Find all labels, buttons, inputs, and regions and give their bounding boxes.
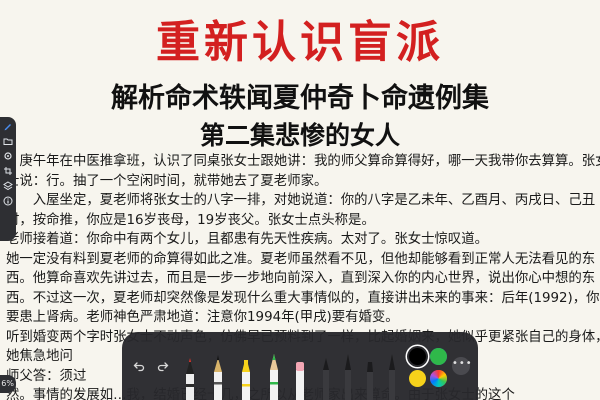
color-swatch-black[interactable] — [409, 348, 426, 365]
pencil-tool[interactable] — [266, 350, 282, 400]
marker-tool[interactable] — [318, 352, 334, 400]
pen-tool-icon[interactable] — [3, 121, 13, 131]
document-title: 重新认识盲派 — [156, 17, 444, 68]
info-icon[interactable] — [3, 196, 13, 206]
folder-icon[interactable] — [3, 136, 13, 146]
color-swatch-green[interactable] — [430, 348, 447, 365]
episode-heading: 第二集悲惨的女人 — [199, 121, 400, 150]
crop-icon[interactable] — [3, 166, 13, 176]
ink-pen-tool[interactable] — [210, 352, 226, 400]
gear-icon[interactable] — [3, 151, 13, 161]
fountain-pen-tool[interactable] — [182, 356, 198, 400]
crayon-tool[interactable] — [384, 350, 400, 400]
left-tool-rail — [0, 117, 16, 241]
paragraph: 入屋坐定，夏老师将张女士的八字一排，对她说道：你的八字是乙未年、乙酉月、丙戌日、… — [6, 193, 596, 228]
color-wheel-icon[interactable] — [430, 370, 447, 387]
layers-icon[interactable] — [3, 181, 13, 191]
more-options-button[interactable]: ••• — [452, 357, 472, 375]
zoom-indicator[interactable]: 6% — [0, 375, 16, 393]
redo-icon[interactable] — [154, 357, 172, 375]
undo-icon[interactable] — [130, 357, 148, 375]
paragraph: 庚午年在中医推拿班，认识了同桌张女士跟她讲：我的师父算命算得好，哪一天我带你去算… — [6, 154, 600, 189]
document-subtitle: 解析命术轶闻夏仲奇卜命遗例集 — [111, 83, 489, 114]
color-swatch-yellow[interactable] — [409, 370, 426, 387]
brush-tool[interactable] — [340, 350, 356, 400]
calligraphy-tool[interactable] — [362, 354, 378, 400]
paragraph: 老师接着道：你命中有两个女儿，且都患有先天性疾病。太对了。张女士惊叹道。 — [6, 232, 489, 247]
drawing-toolbar: ••• — [122, 332, 478, 400]
eraser-tool[interactable] — [292, 358, 308, 400]
highlighter-tool[interactable] — [238, 354, 254, 400]
paragraph: 她一定没有料到夏老师的命算得如此之准。夏老师虽然看不见，但他却能够看到正常人无法… — [6, 251, 600, 326]
